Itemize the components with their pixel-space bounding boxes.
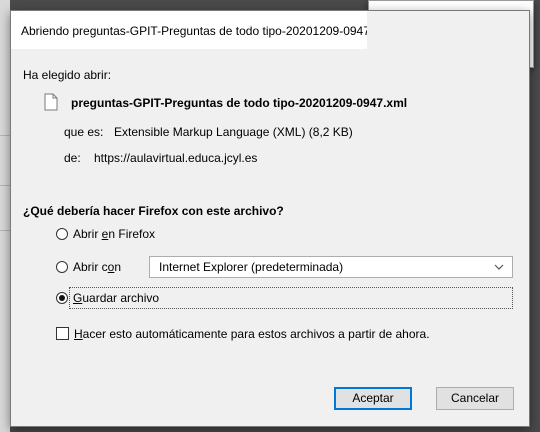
label-part: n Firefox [108, 227, 156, 241]
application-select[interactable]: Internet Explorer (predeterminada) [149, 256, 513, 278]
access-key: H [74, 327, 83, 341]
open-with-label[interactable]: Abrir con [73, 260, 121, 274]
label-part: n [114, 260, 122, 274]
file-name: preguntas-GPIT-Preguntas de todo tipo-20… [71, 96, 408, 110]
label-part: uardar archivo [82, 291, 160, 305]
divider [0, 135, 10, 136]
cancel-button[interactable]: Cancelar [436, 387, 514, 410]
divider [0, 185, 10, 186]
file-source-value: https://aulavirtual.educa.jcyl.es [94, 151, 258, 165]
accept-button[interactable]: Aceptar [334, 387, 412, 410]
auto-action-checkbox[interactable] [56, 327, 69, 340]
background-window-left [0, 0, 10, 432]
application-select-value: Internet Explorer (predeterminada) [159, 260, 344, 274]
label-part: acer esto automáticamente para estos arc… [82, 327, 430, 341]
open-in-firefox-radio[interactable] [56, 228, 68, 240]
save-file-label[interactable]: Guardar archivo [73, 291, 159, 305]
chevron-down-icon [494, 264, 504, 270]
intro-label: Ha elegido abrir: [23, 68, 112, 82]
divider [0, 230, 10, 231]
dialog-title: Abriendo preguntas-GPIT-Preguntas de tod… [21, 24, 367, 38]
action-question: ¿Qué debería hacer Firefox con este arch… [23, 204, 284, 218]
save-file-radio[interactable] [56, 292, 68, 304]
titlebar-spacer [367, 11, 529, 49]
file-type-value: Extensible Markup Language (XML) (8,2 KB… [114, 125, 353, 139]
open-in-firefox-label[interactable]: Abrir en Firefox [73, 227, 155, 241]
download-dialog: Abriendo preguntas-GPIT-Preguntas de tod… [10, 10, 530, 427]
file-type-label: que es: [64, 125, 104, 139]
document-icon [44, 93, 58, 111]
file-source-label: de: [64, 151, 81, 165]
dialog-titlebar[interactable]: Abriendo preguntas-GPIT-Preguntas de tod… [11, 11, 367, 49]
open-with-radio[interactable] [56, 261, 68, 273]
label-part: Abrir [73, 227, 102, 241]
auto-action-label[interactable]: Hacer esto automáticamente para estos ar… [74, 327, 430, 341]
access-key: G [73, 291, 83, 305]
label-part: Abrir c [73, 260, 108, 274]
